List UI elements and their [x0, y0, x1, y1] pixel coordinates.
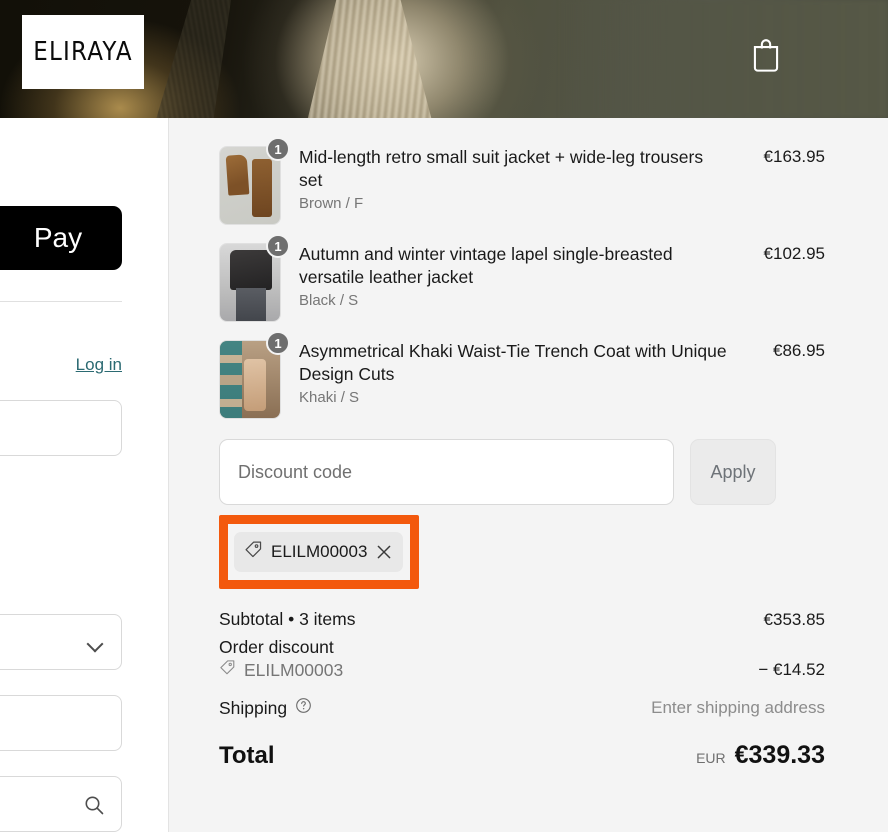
order-summary-content: 1 Mid-length retro small suit jacket + w… [219, 137, 825, 770]
line-item-price: €163.95 [763, 147, 825, 166]
tag-icon [244, 540, 263, 564]
shipping-row: Shipping Enter shipping address [219, 697, 825, 719]
subtotal-value: €353.85 [763, 609, 825, 629]
line-item-title: Mid-length retro small suit jacket + wid… [299, 147, 704, 191]
shopping-bag-icon[interactable] [749, 36, 783, 72]
chevron-down-icon [86, 635, 104, 653]
shipping-value: Enter shipping address [651, 698, 825, 717]
section-divider [0, 301, 122, 302]
checkout-page: ELIRAYA Pay Log in 1 Mid-length retro sm… [0, 0, 888, 832]
country-select[interactable] [0, 614, 122, 670]
email-field[interactable] [0, 400, 122, 456]
order-discount-label: Order discount [219, 637, 334, 657]
applied-discount-code: ELILM00003 [271, 542, 368, 561]
line-item-price: €86.95 [773, 341, 825, 360]
shopping-bag-glyph [753, 39, 779, 72]
quantity-badge: 1 [266, 234, 290, 258]
discount-row: Apply [219, 439, 825, 505]
line-item: 1 Mid-length retro small suit jacket + w… [219, 137, 825, 225]
checkout-form-panel: Pay Log in [0, 118, 169, 832]
line-item-price: €102.95 [763, 244, 825, 263]
banner-shade-overlay [558, 0, 888, 118]
question-mark-circle-icon[interactable] [295, 697, 312, 719]
quantity-badge: 1 [266, 331, 290, 355]
express-pay-label: Pay [33, 222, 83, 253]
totals-section: Subtotal • 3 items €353.85 Order discoun… [219, 609, 825, 770]
line-item-title: Autumn and winter vintage lapel single-b… [299, 244, 673, 288]
store-banner: ELIRAYA [0, 0, 888, 118]
total-amount: €339.33 [734, 741, 825, 769]
name-field[interactable] [0, 695, 122, 751]
subtotal-label: Subtotal • 3 items [219, 609, 356, 629]
line-item-title: Asymmetrical Khaki Waist-Tie Trench Coat… [299, 341, 727, 385]
line-item-thumbnail-wrap: 1 [219, 331, 290, 419]
store-logo-text: ELIRAYA [33, 37, 133, 67]
applied-discount-chip[interactable]: ELILM00003 [234, 532, 404, 572]
line-item: 1 Autumn and winter vintage lapel single… [219, 234, 825, 322]
search-icon [83, 794, 105, 816]
shipping-label-group: Shipping [219, 697, 312, 719]
close-icon[interactable] [375, 543, 393, 561]
line-item-details: Asymmetrical Khaki Waist-Tie Trench Coat… [299, 340, 741, 406]
login-link[interactable]: Log in [76, 355, 122, 375]
order-summary-panel: 1 Mid-length retro small suit jacket + w… [169, 118, 888, 832]
total-row: Total EUR €339.33 [219, 741, 825, 770]
line-item-thumbnail-wrap: 1 [219, 137, 290, 225]
close-glyph [378, 545, 391, 559]
order-discount-code-text: ELILM00003 [244, 659, 344, 680]
search-glyph [85, 796, 104, 815]
line-item-details: Autumn and winter vintage lapel single-b… [299, 243, 741, 309]
shipping-label: Shipping [219, 697, 288, 718]
order-discount-code-label: ELILM00003 [219, 659, 343, 681]
express-pay-button[interactable]: Pay [0, 206, 122, 270]
line-item-details: Mid-length retro small suit jacket + wid… [299, 146, 741, 212]
line-item-variant: Khaki / S [299, 389, 360, 407]
tag-glyph [245, 541, 262, 558]
order-discount-row: Order discount [219, 637, 825, 658]
total-label: Total [219, 742, 275, 769]
tag-icon [219, 659, 236, 681]
subtotal-row: Subtotal • 3 items €353.85 [219, 609, 825, 630]
line-item: 1 Asymmetrical Khaki Waist-Tie Trench Co… [219, 331, 825, 419]
discount-code-input[interactable] [219, 439, 674, 505]
quantity-badge: 1 [266, 137, 290, 161]
order-discount-code-row: ELILM00003 − €14.52 [219, 659, 825, 681]
order-discount-amount: − €14.52 [758, 660, 825, 679]
total-currency: EUR [696, 750, 726, 766]
store-logo[interactable]: ELIRAYA [22, 15, 144, 89]
line-item-variant: Black / S [299, 292, 359, 310]
line-item-thumbnail-wrap: 1 [219, 234, 290, 322]
line-item-variant: Brown / F [299, 195, 364, 213]
address-field[interactable] [0, 776, 122, 832]
apply-discount-button[interactable]: Apply [690, 439, 776, 505]
question-mark-circle-glyph [296, 698, 311, 713]
applied-discount-zone: ELILM00003 [219, 515, 825, 589]
tag-glyph [220, 660, 235, 675]
total-value-group: EUR €339.33 [696, 741, 825, 770]
